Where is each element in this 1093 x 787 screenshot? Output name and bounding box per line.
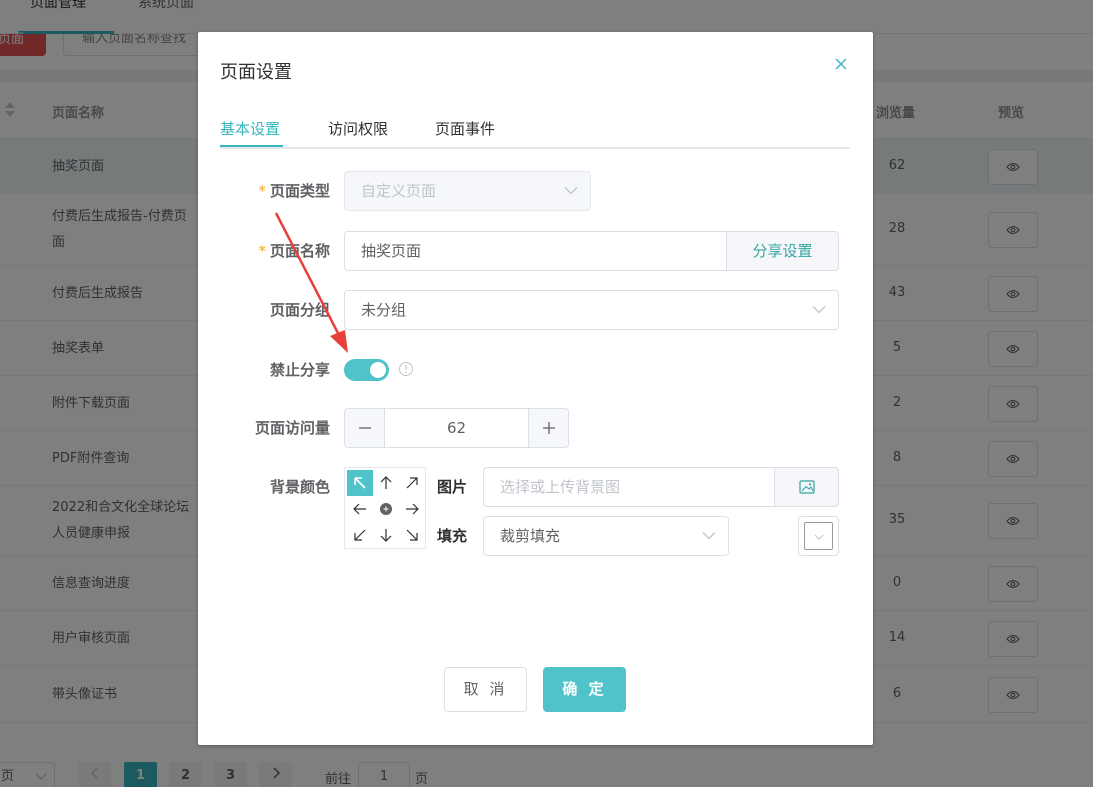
page-settings-dialog: 页面设置 基本设置 访问权限 页面事件 * 页面类型 自定义页面 * 页面名称 抽奖… xyxy=(198,32,873,745)
position-top-right[interactable] xyxy=(399,470,425,496)
disable-share-label: 禁止分享 xyxy=(269,361,330,379)
fill-label: 填充 xyxy=(437,527,468,545)
chevron-down-icon xyxy=(702,532,716,540)
position-bottom[interactable] xyxy=(373,522,399,548)
bg-color-picker[interactable] xyxy=(798,516,839,556)
tab-page-events[interactable]: 页面事件 xyxy=(435,118,495,139)
minus-icon xyxy=(358,427,371,429)
bg-color-label: 背景颜色 xyxy=(269,478,330,496)
decrement-button[interactable] xyxy=(345,409,385,447)
arrow-up-left-icon xyxy=(354,477,366,489)
tab-access-permissions[interactable]: 访问权限 xyxy=(328,118,388,139)
bg-image-input[interactable]: 选择或上传背景图 xyxy=(483,467,775,507)
visits-value[interactable]: 62 xyxy=(385,409,528,447)
page-group-value: 未分组 xyxy=(361,301,407,319)
page-group-label: 页面分组 xyxy=(269,301,330,319)
plus-icon xyxy=(542,422,555,434)
tab-basic-settings[interactable]: 基本设置 xyxy=(220,118,280,139)
switch-knob xyxy=(370,362,386,378)
arrow-down-right-icon xyxy=(406,529,418,541)
position-top-left[interactable] xyxy=(347,470,373,496)
arrow-left-icon xyxy=(353,503,366,515)
fill-mode-select[interactable]: 裁剪填充 xyxy=(483,516,729,556)
chevron-down-icon xyxy=(812,306,826,314)
visits-label: 页面访问量 xyxy=(254,419,330,437)
increment-button[interactable] xyxy=(528,409,568,447)
image-icon xyxy=(798,480,815,494)
arrow-down-left-icon xyxy=(354,529,366,541)
required-mark: * xyxy=(258,182,266,200)
info-icon[interactable] xyxy=(398,361,414,377)
page-type-select: 自定义页面 xyxy=(344,171,591,211)
dialog-tabs: 基本设置 访问权限 页面事件 xyxy=(220,116,850,149)
page-name-input[interactable]: 抽奖页面 xyxy=(344,231,727,271)
active-tab-indicator xyxy=(220,145,283,147)
confirm-button[interactable]: 确 定 xyxy=(543,667,626,712)
position-top[interactable] xyxy=(373,470,399,496)
page-name-label-text: 页面名称 xyxy=(269,242,330,260)
image-label: 图片 xyxy=(437,478,468,496)
chevron-down-icon xyxy=(814,534,824,540)
close-icon[interactable] xyxy=(833,56,849,72)
color-swatch xyxy=(804,522,833,550)
cancel-button[interactable]: 取 消 xyxy=(444,667,527,712)
position-bottom-right[interactable] xyxy=(399,522,425,548)
chevron-down-icon xyxy=(564,187,578,195)
bg-image-placeholder: 选择或上传背景图 xyxy=(500,478,621,496)
page-type-label: * 页面类型 xyxy=(238,180,330,201)
arrow-up-icon xyxy=(380,476,392,489)
arrow-down-icon xyxy=(380,529,392,542)
position-right[interactable] xyxy=(399,496,425,522)
arrow-right-icon xyxy=(406,503,419,515)
required-mark: * xyxy=(258,242,266,260)
page-group-select[interactable]: 未分组 xyxy=(344,290,839,330)
center-dot-icon xyxy=(380,503,392,515)
arrow-up-right-icon xyxy=(406,477,418,489)
dialog-title: 页面设置 xyxy=(220,62,292,83)
position-left[interactable] xyxy=(347,496,373,522)
position-bottom-left[interactable] xyxy=(347,522,373,548)
visits-stepper: 62 xyxy=(344,408,569,448)
page-name-label: * 页面名称 xyxy=(238,240,330,261)
fill-mode-value: 裁剪填充 xyxy=(500,527,561,545)
page-type-value: 自定义页面 xyxy=(361,182,437,200)
bg-position-grid xyxy=(344,467,426,549)
upload-image-button[interactable] xyxy=(774,467,839,507)
share-settings-button[interactable]: 分享设置 xyxy=(726,231,839,271)
page-type-label-text: 页面类型 xyxy=(269,182,330,200)
disable-share-switch[interactable] xyxy=(344,359,389,381)
position-center[interactable] xyxy=(373,496,399,522)
